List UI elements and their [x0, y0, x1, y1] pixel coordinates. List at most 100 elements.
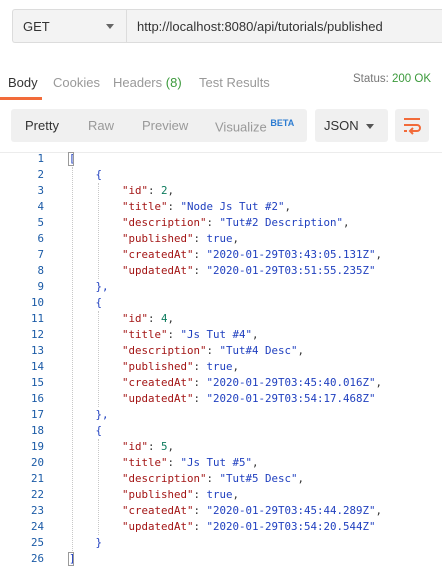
view-preview[interactable]: Preview	[142, 118, 188, 133]
tab-headers[interactable]: Headers (8)	[113, 75, 182, 90]
json-key: "createdAt"	[122, 376, 194, 389]
code-line: 18 {	[0, 423, 442, 439]
tab-test-results[interactable]: Test Results	[199, 75, 270, 90]
json-key: "title"	[122, 456, 168, 469]
json-punct: :	[167, 200, 181, 213]
json-punct: ,	[232, 488, 240, 501]
json-value: "Tut#4 Desc"	[219, 344, 298, 357]
method-label: GET	[23, 18, 50, 34]
code-line: 8 "updatedAt": "2020-01-29T03:51:55.235Z"	[0, 263, 442, 279]
json-punct: :	[206, 344, 220, 357]
json-punct: :	[148, 440, 162, 453]
json-punct: :	[148, 312, 162, 325]
code-text: "id": 5,	[122, 439, 174, 455]
status-value: 200 OK	[392, 73, 431, 85]
json-punct: :	[193, 520, 207, 533]
method-select[interactable]: GET	[12, 9, 126, 43]
code-line: 12 "title": "Js Tut #4",	[0, 327, 442, 343]
json-punct: ,	[252, 328, 259, 341]
json-key: "title"	[122, 328, 168, 341]
json-value: "Js Tut #5"	[180, 456, 253, 469]
line-number: 3	[37, 184, 44, 197]
url-input[interactable]: http://localhost:8080/api/tutorials/publ…	[126, 9, 442, 43]
code-text: {	[96, 295, 103, 311]
code-text: "createdAt": "2020-01-29T03:45:40.016Z",	[122, 375, 382, 391]
view-visualize[interactable]: Visualize BETA	[215, 118, 294, 134]
line-number: 15	[30, 376, 44, 389]
wrap-lines-button[interactable]	[395, 109, 429, 142]
json-value: "2020-01-29T03:43:05.131Z"	[206, 248, 376, 261]
json-punct: :	[167, 456, 181, 469]
json-punct: :	[193, 392, 207, 405]
tab-headers-label: Headers	[113, 75, 163, 90]
tab-cookies[interactable]: Cookies	[53, 75, 100, 90]
json-punct: :	[193, 504, 207, 517]
indent-guide	[72, 167, 73, 551]
json-key: "updatedAt"	[122, 392, 194, 405]
format-select[interactable]: JSON	[315, 109, 388, 142]
code-text: {	[96, 423, 103, 439]
line-number: 6	[37, 232, 44, 245]
code-text: "description": "Tut#2 Description",	[122, 215, 350, 231]
code-line: 16 "updatedAt": "2020-01-29T03:54:17.468Z…	[0, 391, 442, 407]
json-key: "published"	[122, 360, 194, 373]
json-value: }	[95, 536, 103, 549]
code-text: "published": true,	[122, 487, 239, 503]
code-line: 3 "id": 2,	[0, 183, 442, 199]
chevron-down-icon	[106, 24, 114, 29]
line-number: 24	[30, 520, 44, 533]
line-number: 8	[37, 264, 44, 277]
code-line: 21 "description": "Tut#5 Desc",	[0, 471, 442, 487]
visualize-label: Visualize	[215, 119, 267, 135]
code-text: "description": "Tut#5 Desc",	[122, 471, 304, 487]
code-line: 11 "id": 4,	[0, 311, 442, 327]
json-key: "description"	[122, 344, 207, 357]
json-punct: :	[193, 376, 207, 389]
json-key: "description"	[122, 216, 207, 229]
json-key: "published"	[122, 488, 194, 501]
json-key: "updatedAt"	[122, 264, 194, 277]
json-value: true	[206, 360, 233, 373]
line-number: 7	[37, 248, 44, 261]
url-text: http://localhost:8080/api/tutorials/publ…	[137, 18, 383, 34]
code-text: "updatedAt": "2020-01-29T03:54:20.544Z"	[122, 519, 376, 535]
code-text: "title": "Node Js Tut #2",	[122, 199, 291, 215]
json-value: "Tut#5 Desc"	[219, 472, 298, 485]
json-punct: :	[193, 360, 207, 373]
json-key: "id"	[122, 312, 149, 325]
line-number: 23	[30, 504, 44, 517]
line-number: 4	[37, 200, 44, 213]
status-label: Status:	[352, 73, 389, 85]
code-line: 25}	[0, 535, 442, 551]
code-text: },	[96, 407, 109, 423]
line-number: 2	[37, 168, 44, 181]
code-line: 15 "createdAt": "2020-01-29T03:45:40.016Z…	[0, 375, 442, 391]
tab-body[interactable]: Body	[8, 75, 38, 90]
code-text: "title": "Js Tut #5",	[122, 455, 259, 471]
line-number: 22	[30, 488, 44, 501]
code-line: 5 "description": "Tut#2 Description",	[0, 215, 442, 231]
code-text: "updatedAt": "2020-01-29T03:54:17.468Z"	[122, 391, 376, 407]
response-body-editor[interactable]: 1[2{3 "id": 2, 4 "title": "Node Js Tut #2",…	[0, 148, 442, 588]
bracket-match-highlight	[68, 152, 74, 166]
view-raw[interactable]: Raw	[88, 118, 114, 133]
json-punct: ,	[375, 376, 383, 389]
line-number: 19	[30, 440, 44, 453]
json-punct: :	[193, 248, 207, 261]
json-key: "id"	[122, 440, 149, 453]
code-line: 9},	[0, 279, 442, 295]
json-value: {	[95, 424, 103, 437]
line-number: 18	[30, 424, 44, 437]
json-punct: :	[193, 488, 207, 501]
json-punct: ,	[167, 440, 175, 453]
json-value: "Tut#2 Description"	[219, 216, 344, 229]
code-line: 4 "title": "Node Js Tut #2",	[0, 199, 442, 215]
view-pretty[interactable]: Pretty	[25, 118, 59, 133]
line-number: 21	[30, 472, 44, 485]
json-punct: ,	[167, 184, 175, 197]
json-key: "id"	[122, 184, 149, 197]
chevron-down-icon	[366, 124, 374, 129]
code-line: 26]	[0, 551, 442, 567]
json-punct: ,	[167, 312, 175, 325]
code-text: {	[96, 167, 103, 183]
